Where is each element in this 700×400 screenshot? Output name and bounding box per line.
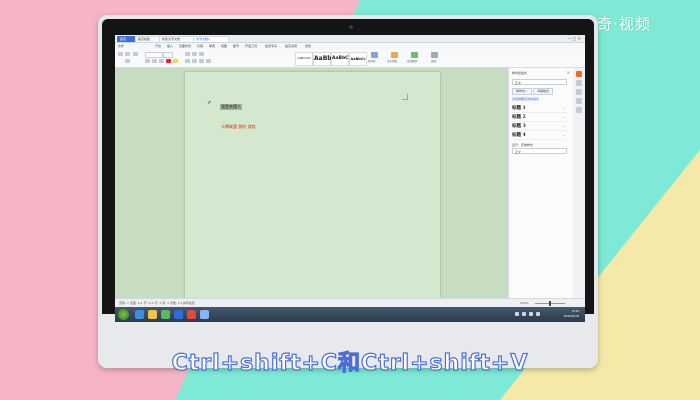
zoom-knob[interactable]	[549, 301, 551, 306]
current-style-field[interactable]: 正文	[512, 79, 567, 85]
font-name-select[interactable]	[145, 52, 163, 58]
status-text: 页码: 1 页面: 1/1 节: 1/1 行: 1 列: 1 字数: 13 拼写…	[119, 301, 195, 305]
find-replace-icon[interactable]	[411, 52, 418, 58]
font-size-select[interactable]	[163, 52, 173, 58]
heading-style-label: 标题 1	[512, 106, 526, 111]
ribbon-toolbar: AaBbCcDd AaBb AaBbC AaBbCc 新样式 文字排版 查找替换…	[115, 49, 585, 68]
heading-style-1[interactable]: 标题 1 ⌄	[512, 105, 567, 113]
wps-icon[interactable]	[576, 71, 582, 77]
underline-icon[interactable]	[159, 59, 164, 63]
copy-icon[interactable]	[125, 59, 130, 63]
paste-icon[interactable]	[118, 52, 123, 56]
document-page[interactable]: ➚ 我是亲懂人 卡牌联盟 我的 游戏	[185, 72, 440, 298]
media-icon[interactable]	[161, 310, 170, 319]
chevron-down-icon: ⌄	[562, 124, 565, 128]
panel-title: 样式和格式	[512, 71, 528, 75]
align-left-icon[interactable]	[185, 59, 190, 63]
screen: 首页 稻壳模板 新建文字文档 文字文档1 — □ ✕ 文件 开始 插入 页面布局…	[115, 35, 585, 322]
new-style-label: 新样式	[368, 60, 376, 63]
property-pane-icon[interactable]	[576, 98, 582, 104]
heading-style-4[interactable]: 标题 4 ⌄	[512, 132, 567, 140]
camera-icon	[349, 25, 353, 29]
document-area: ➚ 我是亲懂人 卡牌联盟 我的 游戏	[115, 68, 507, 298]
tray-flag-icon[interactable]	[536, 312, 540, 316]
panel-link[interactable]: 请选择要应用的格式	[512, 97, 539, 101]
bullet-list-icon[interactable]	[185, 52, 190, 56]
format-painter-icon[interactable]	[133, 52, 138, 56]
select-icon[interactable]	[431, 52, 438, 58]
tab-home[interactable]: 首页	[117, 36, 137, 42]
tray-network-icon[interactable]	[515, 312, 519, 316]
find-replace-label: 查找替换	[407, 60, 418, 63]
heading-style-2[interactable]: 标题 2 ⌄	[512, 114, 567, 122]
tray-input-icon[interactable]	[529, 312, 533, 316]
highlight-icon[interactable]	[173, 59, 178, 63]
browser-icon[interactable]	[135, 310, 144, 319]
chevron-down-icon: ⌄	[562, 106, 565, 110]
zoom-level: 100%	[520, 301, 529, 305]
italic-icon[interactable]	[152, 59, 157, 63]
font-color-icon[interactable]	[166, 59, 171, 63]
new-style-button[interactable]: 新样式...	[512, 88, 532, 95]
justify-icon[interactable]	[206, 59, 211, 63]
red-text[interactable]: 卡牌联盟 我的 游戏	[221, 124, 256, 129]
taskbar: 9:32 2020/6/18	[115, 307, 585, 322]
select-pane-icon[interactable]	[576, 89, 582, 95]
text-layout-icon[interactable]	[391, 52, 398, 58]
style-normal[interactable]: AaBbCcDd	[295, 52, 313, 66]
align-center-icon[interactable]	[192, 59, 197, 63]
show-select[interactable]: 正文	[512, 148, 567, 154]
close-icon[interactable]: ×	[567, 70, 570, 75]
selected-text[interactable]: 我是亲懂人	[220, 104, 242, 110]
cut-icon[interactable]	[125, 52, 130, 56]
chat-icon[interactable]	[200, 310, 209, 319]
new-style-icon[interactable]	[371, 52, 378, 58]
monitor: 首页 稻壳模板 新建文字文档 文字文档1 — □ ✕ 文件 开始 插入 页面布局…	[98, 15, 598, 368]
settings-icon[interactable]	[576, 107, 582, 113]
style-panel: 样式和格式 × 正文 新样式... 清除格式 请选择要应用的格式 标题 1 ⌄ 标…	[508, 68, 573, 298]
mouse-cursor-icon: ➚	[207, 100, 212, 106]
style-heading3[interactable]: AaBbCc	[349, 52, 367, 66]
heading-style-3[interactable]: 标题 3 ⌄	[512, 123, 567, 131]
tab-doc1[interactable]: 文字文档1	[193, 36, 229, 42]
indent-icon[interactable]	[199, 52, 204, 56]
style-heading2[interactable]: AaBbC	[331, 52, 349, 66]
side-strip	[573, 68, 585, 298]
heading-style-label: 标题 4	[512, 133, 526, 138]
heading-style-label: 标题 2	[512, 115, 526, 120]
tray-volume-icon[interactable]	[522, 312, 526, 316]
zoom-slider[interactable]	[535, 301, 565, 306]
bold-icon[interactable]	[145, 59, 150, 63]
tab-new-doc[interactable]: 新建文字文档	[159, 36, 195, 42]
shortcut-caption: Ctrl+shift+C和Ctrl+shift+V	[171, 350, 529, 376]
folder-icon[interactable]	[148, 310, 157, 319]
start-button-icon[interactable]	[118, 309, 129, 320]
ie-icon[interactable]	[174, 310, 183, 319]
taskbar-clock[interactable]: 9:32 2020/6/18	[564, 309, 579, 319]
tab-templates[interactable]: 稻壳模板	[135, 36, 161, 42]
style-heading1[interactable]: AaBb	[313, 52, 332, 66]
show-label: 显示：有效样式	[512, 143, 534, 147]
app-tabbar: 首页 稻壳模板 新建文字文档 文字文档1 — □ ✕	[115, 35, 585, 43]
wps-app-icon[interactable]	[187, 310, 196, 319]
window-controls-icon[interactable]: — □ ✕	[567, 36, 581, 41]
chevron-down-icon: ⌄	[562, 115, 565, 119]
heading-style-label: 标题 3	[512, 124, 526, 129]
clock-date: 2020/6/18	[563, 314, 579, 318]
margin-corner-mark	[402, 94, 408, 100]
align-right-icon[interactable]	[199, 59, 204, 63]
chevron-down-icon: ⌄	[562, 133, 565, 137]
select-label: 选择	[431, 60, 437, 63]
clear-format-button[interactable]: 清除格式	[533, 88, 553, 95]
style-pane-icon[interactable]	[576, 80, 582, 86]
text-layout-label: 文字排版	[387, 60, 398, 63]
number-list-icon[interactable]	[192, 52, 197, 56]
